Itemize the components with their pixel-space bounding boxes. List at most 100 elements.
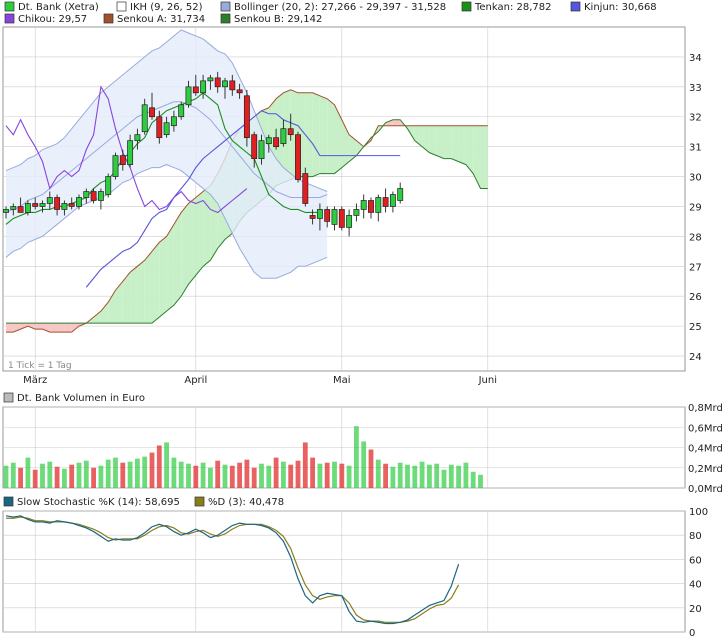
legend-swatch-stoch-k <box>3 496 14 507</box>
legend-swatch-chikou <box>4 13 15 24</box>
volume-bar <box>54 466 60 488</box>
legend-kinjun: Kinjun: 30,668 <box>584 2 657 13</box>
volume-bar <box>135 458 140 488</box>
legend-swatch-bollinger <box>220 1 231 12</box>
volume-bar <box>47 461 53 488</box>
cloud-segment <box>188 197 196 285</box>
cloud-segment <box>64 323 72 333</box>
legend-swatch-price <box>4 1 15 12</box>
main-x-axis: März April Mai Juni <box>23 375 497 386</box>
volume-bar <box>91 467 96 488</box>
volume-bar <box>18 467 23 488</box>
volume-bar <box>346 465 352 488</box>
cloud-segment <box>458 125 466 165</box>
candle-body <box>185 86 192 106</box>
candle-body <box>389 194 396 207</box>
cloud-segment <box>57 323 65 333</box>
legend-senkou-b: Senkou B: 29,142 <box>234 14 322 25</box>
volume-bar <box>76 462 82 488</box>
cloud-segment <box>312 92 320 177</box>
chart-stage: Dt. Bank (Xetra) IKH (9, 26, 52) Bolling… <box>0 0 726 640</box>
volume-bar <box>302 442 308 488</box>
volume-bar <box>244 459 250 488</box>
stoch-y-tick-label: 40 <box>689 580 702 591</box>
y-tick-label: 34 <box>689 53 702 64</box>
stoch-y-tick-label: 20 <box>689 604 702 615</box>
candle-body <box>287 128 294 136</box>
volume-bar <box>69 464 75 488</box>
volume-bar <box>281 461 286 488</box>
candle-body <box>280 128 287 145</box>
volume-bar <box>208 467 213 488</box>
candle-body <box>295 134 301 180</box>
candle-body <box>375 197 382 213</box>
volume-bar <box>25 457 31 488</box>
volume-bar <box>3 465 9 488</box>
candle-body <box>338 209 345 228</box>
volume-bar <box>229 465 235 488</box>
legend-swatch-kinjun <box>570 1 581 12</box>
candle-body <box>119 155 126 165</box>
cloud-segment <box>327 98 335 174</box>
legend-price: Dt. Bank (Xetra) <box>18 2 99 13</box>
cloud-segment <box>173 212 182 306</box>
y-tick-label: 28 <box>689 232 702 243</box>
legend-swatch-volume <box>3 392 14 403</box>
legend-stoch-k: Slow Stochastic %K (14): 58,695 <box>17 497 180 508</box>
volume-bar <box>419 461 425 488</box>
cloud-segment <box>392 119 401 126</box>
volume-bar <box>295 460 301 488</box>
volume-bar <box>10 462 16 488</box>
chart-canvas: Dt. Bank (Xetra) IKH (9, 26, 52) Bolling… <box>2 1 723 639</box>
candle-body <box>324 209 331 222</box>
candle-body <box>309 215 316 219</box>
tick-footnote: 1 Tick = 1 Tag <box>8 361 72 371</box>
legend-swatch-senkou-b <box>220 13 231 24</box>
y-tick-label: 25 <box>689 322 702 333</box>
candle-body <box>243 95 250 139</box>
candle-body <box>112 155 119 177</box>
candle-body <box>382 197 389 207</box>
volume-y-tick-label: 0,8Mrd <box>688 403 723 414</box>
volume-bar <box>149 452 155 488</box>
volume-y-tick-label: 0,4Mrd <box>688 444 723 455</box>
candle-body <box>3 209 9 213</box>
cloud-segment <box>6 323 14 333</box>
y-tick-label: 29 <box>689 202 702 213</box>
candle-body <box>360 200 367 210</box>
volume-bar <box>448 464 454 488</box>
candle-body <box>105 176 112 195</box>
volume-bar <box>83 460 89 488</box>
y-tick-label: 26 <box>689 292 702 303</box>
candle-body <box>258 140 265 159</box>
volume-bar <box>368 449 374 488</box>
volume-bar <box>361 441 367 488</box>
candle-body <box>236 89 243 94</box>
candle-body <box>229 80 236 91</box>
candle-body <box>17 206 24 213</box>
candle-body <box>200 80 207 94</box>
main-legend: Dt. Bank (Xetra) IKH (9, 26, 52) Bolling… <box>4 1 657 25</box>
x-tick-label: Mai <box>333 375 351 386</box>
stoch-y-axis: 0 20 40 60 80 100 <box>689 507 708 639</box>
main-y-axis: 24 25 26 27 28 29 30 31 32 33 34 <box>689 53 702 363</box>
volume-bar <box>266 465 272 488</box>
legend-swatch-stoch-d <box>194 496 205 507</box>
candle-body <box>46 197 53 204</box>
volume-bar <box>310 457 315 488</box>
volume-y-tick-label: 0,6Mrd <box>688 423 723 434</box>
volume-bar <box>237 462 242 488</box>
volume-bar <box>478 474 483 488</box>
volume-bar <box>412 465 418 488</box>
legend-chikou: Chikou: 29,57 <box>18 14 87 25</box>
volume-bar <box>142 456 148 488</box>
cloud-segment <box>166 224 174 312</box>
volume-bar <box>375 459 381 488</box>
candle-body <box>346 215 353 228</box>
candle-body <box>134 134 141 142</box>
volume-bar <box>62 468 67 488</box>
y-tick-label: 24 <box>689 352 702 363</box>
candle-body <box>397 188 404 201</box>
volume-bar <box>193 465 199 488</box>
legend-swatch-tenkan <box>461 1 472 12</box>
